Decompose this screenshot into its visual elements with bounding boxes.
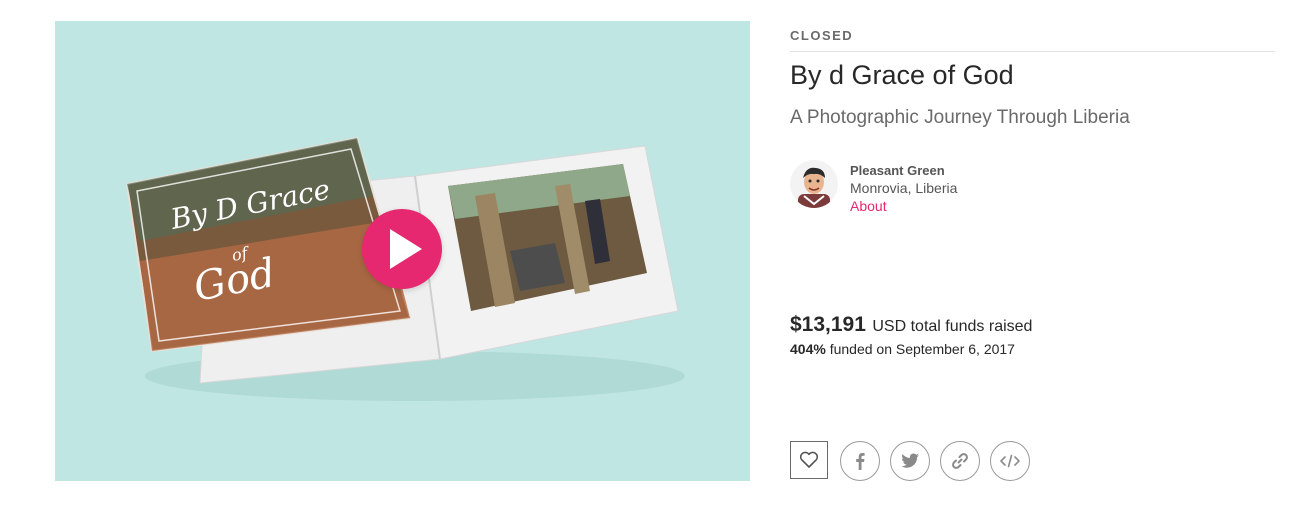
share-twitter-button[interactable] bbox=[890, 441, 930, 481]
funded-percent: 404% bbox=[790, 341, 826, 357]
funds-amount: $13,191 bbox=[790, 313, 866, 336]
twitter-icon bbox=[901, 453, 919, 468]
funds-label: USD total funds raised bbox=[872, 318, 1033, 335]
copy-link-button[interactable] bbox=[940, 441, 980, 481]
play-button[interactable] bbox=[362, 209, 442, 289]
share-facebook-button[interactable] bbox=[840, 441, 880, 481]
owner-location: Monrovia, Liberia bbox=[850, 180, 958, 196]
owner-avatar-illustration bbox=[790, 160, 838, 208]
funded-summary: 404% funded on September 6, 2017 bbox=[790, 341, 1015, 357]
embed-button[interactable] bbox=[990, 441, 1030, 481]
video-player[interactable]: By D Grace of God bbox=[55, 21, 750, 481]
heart-icon bbox=[799, 451, 819, 468]
avatar[interactable] bbox=[790, 160, 838, 208]
campaign-tagline: A Photographic Journey Through Liberia bbox=[790, 107, 1130, 128]
facebook-icon bbox=[856, 453, 865, 470]
about-link[interactable]: About bbox=[850, 198, 887, 214]
link-icon bbox=[952, 453, 968, 469]
funded-date-text: funded on September 6, 2017 bbox=[829, 341, 1015, 357]
funds-raised: $13,191 USD total funds raised bbox=[790, 313, 1032, 337]
play-icon bbox=[390, 229, 422, 269]
owner-name[interactable]: Pleasant Green bbox=[850, 163, 945, 178]
status-label: CLOSED bbox=[790, 28, 1275, 52]
campaign-title: By d Grace of God bbox=[790, 60, 1014, 90]
follow-button[interactable] bbox=[790, 441, 828, 479]
campaign-info-panel: CLOSED By d Grace of God A Photographic … bbox=[790, 0, 1275, 510]
embed-icon bbox=[1000, 454, 1020, 468]
